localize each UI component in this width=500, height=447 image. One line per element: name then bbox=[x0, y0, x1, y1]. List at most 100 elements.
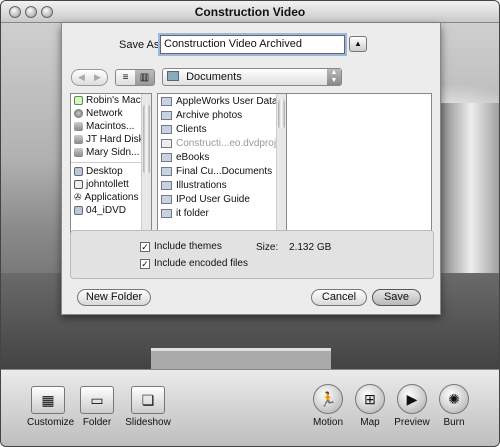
back-forward-buttons[interactable]: ◀ ▶ bbox=[71, 69, 108, 86]
list-item[interactable]: Final Cu...Documents ▶ bbox=[158, 164, 286, 178]
burn-label: Burn bbox=[443, 417, 465, 428]
location-popup[interactable]: Documents ▲ ▼ bbox=[162, 68, 342, 86]
title-bar: Construction Video bbox=[1, 1, 499, 23]
column-scrollbar[interactable] bbox=[276, 94, 286, 244]
list-item-label: AppleWorks User Data bbox=[176, 95, 278, 107]
sidebar-item-label: Network bbox=[86, 108, 123, 119]
list-item-label: Archive photos bbox=[176, 109, 243, 121]
size-readout: Size: 2.132 GB bbox=[256, 242, 331, 253]
sidebar-item-label: Robin's Mac bbox=[86, 95, 141, 106]
sidebar-item-robins-mac[interactable]: Robin's Mac bbox=[71, 94, 151, 107]
slideshow-button[interactable]: ❏ Slideshow bbox=[125, 386, 171, 428]
map-button[interactable]: ⊞ Map bbox=[353, 384, 387, 428]
sidebar-item-04-idvd[interactable]: 04_iDVD bbox=[71, 204, 151, 217]
include-encoded-checkbox[interactable]: ✓ Include encoded files bbox=[140, 258, 248, 269]
list-item-label: eBooks bbox=[176, 151, 210, 163]
include-encoded-label: Include encoded files bbox=[154, 258, 248, 269]
sidebar-item-jt-hard-disk[interactable]: JT Hard Disk bbox=[71, 133, 151, 146]
preview-icon: ▶ bbox=[397, 384, 427, 414]
list-item-label: Illustrations bbox=[176, 179, 227, 191]
options-box bbox=[70, 230, 434, 279]
customize-label: Customize bbox=[27, 417, 75, 428]
sidebar-item-label: 04_iDVD bbox=[86, 205, 127, 216]
list-item: Constructi...eo.dvdproj bbox=[158, 136, 286, 150]
list-item[interactable]: Clients ▶ bbox=[158, 122, 286, 136]
sidebar-item-applications[interactable]: ✇ Applications bbox=[71, 191, 151, 204]
view-mode-buttons[interactable]: ≡ ▥ bbox=[115, 69, 155, 86]
save-as-input[interactable]: Construction Video Archived bbox=[160, 35, 345, 54]
folder-icon bbox=[161, 152, 172, 162]
triangle-up-icon: ▲ bbox=[354, 39, 362, 48]
sidebar-scrollbar[interactable] bbox=[141, 94, 151, 244]
disk-icon bbox=[74, 135, 83, 144]
list-item[interactable]: it folder ▶ bbox=[158, 206, 286, 220]
list-view-icon[interactable]: ≡ bbox=[116, 70, 135, 85]
document-icon bbox=[161, 138, 172, 148]
burn-button[interactable]: ✺ Burn bbox=[438, 384, 470, 428]
sidebar-item-desktop[interactable]: Desktop bbox=[71, 165, 151, 178]
slideshow-icon: ❏ bbox=[131, 386, 165, 414]
folder-icon bbox=[161, 124, 172, 134]
folder-icon bbox=[161, 96, 172, 106]
sidebar-item-network[interactable]: Network bbox=[71, 107, 151, 120]
save-as-label: Save As: bbox=[119, 39, 163, 51]
folder-icon bbox=[161, 194, 172, 204]
sidebar-item-label: JT Hard Disk bbox=[86, 134, 144, 145]
customize-button[interactable]: ▦ Customize bbox=[27, 386, 74, 428]
save-sheet: Save As: Construction Video Archived ▲ ◀… bbox=[61, 23, 441, 315]
list-item[interactable]: IPod User Guide ▶ bbox=[158, 192, 286, 206]
home-icon bbox=[74, 180, 83, 189]
folder-icon bbox=[161, 166, 172, 176]
sidebar-item-label: Applications bbox=[84, 192, 139, 203]
computer-icon bbox=[74, 96, 83, 105]
folder-icon bbox=[161, 110, 172, 120]
list-item[interactable]: AppleWorks User Data ▶ bbox=[158, 94, 286, 108]
sidebar-item-macintosh[interactable]: Macintos... bbox=[71, 120, 151, 133]
sidebar-item-label: Macintos... bbox=[86, 121, 135, 132]
list-item[interactable]: Archive photos ▶ bbox=[158, 108, 286, 122]
checkmark-icon[interactable]: ✓ bbox=[140, 258, 150, 269]
list-item[interactable]: eBooks ▶ bbox=[158, 150, 286, 164]
new-folder-button[interactable]: New Folder bbox=[77, 289, 151, 306]
disk-icon bbox=[74, 148, 83, 157]
sidebar: Robin's Mac Network Macintos... JT Hard … bbox=[70, 93, 152, 245]
motion-button[interactable]: 🏃 Motion bbox=[309, 384, 347, 428]
collapse-dialog-button[interactable]: ▲ bbox=[349, 36, 367, 52]
location-label: Documents bbox=[186, 71, 242, 83]
list-item-label: Final Cu...Documents bbox=[176, 165, 273, 177]
applications-icon: ✇ bbox=[74, 192, 82, 202]
folder-label: Folder bbox=[82, 417, 112, 428]
include-themes-checkbox[interactable]: ✓ Include themes bbox=[140, 241, 222, 252]
checkmark-icon[interactable]: ✓ bbox=[140, 241, 150, 252]
sidebar-item-label: Desktop bbox=[86, 166, 123, 177]
forward-arrow-icon[interactable]: ▶ bbox=[94, 72, 101, 83]
customize-icon: ▦ bbox=[31, 386, 65, 414]
preview-label: Preview bbox=[394, 417, 430, 428]
size-label: Size: bbox=[256, 242, 279, 253]
folder-button[interactable]: ▭ Folder bbox=[78, 386, 116, 428]
sidebar-divider bbox=[71, 159, 151, 163]
save-button[interactable]: Save bbox=[372, 289, 421, 306]
sidebar-item-label: johntollett bbox=[86, 179, 129, 190]
folder-icon: ▭ bbox=[80, 386, 114, 414]
sidebar-scroll-thumb[interactable] bbox=[143, 104, 150, 174]
idvd-window: Construction Video Save As: Construction… bbox=[0, 0, 500, 447]
slideshow-label: Slideshow bbox=[125, 417, 171, 428]
window-title: Construction Video bbox=[194, 5, 306, 19]
column-view-icon[interactable]: ▥ bbox=[135, 70, 154, 85]
network-icon bbox=[74, 109, 83, 118]
column-scroll-thumb[interactable] bbox=[278, 99, 285, 129]
folder-icon bbox=[167, 71, 179, 81]
sidebar-item-mary-sidney[interactable]: Mary Sidn... bbox=[71, 146, 151, 159]
preview-button[interactable]: ▶ Preview bbox=[392, 384, 432, 428]
list-item[interactable]: Illustrations ▶ bbox=[158, 178, 286, 192]
motion-icon: 🏃 bbox=[313, 384, 343, 414]
sidebar-item-home[interactable]: johntollett bbox=[71, 178, 151, 191]
empty-column bbox=[287, 93, 432, 245]
motion-label: Motion bbox=[312, 417, 343, 428]
back-arrow-icon[interactable]: ◀ bbox=[78, 72, 85, 83]
cancel-button[interactable]: Cancel bbox=[311, 289, 367, 306]
desktop-icon bbox=[74, 167, 83, 176]
folder-icon bbox=[161, 180, 172, 190]
map-label: Map bbox=[360, 417, 380, 428]
